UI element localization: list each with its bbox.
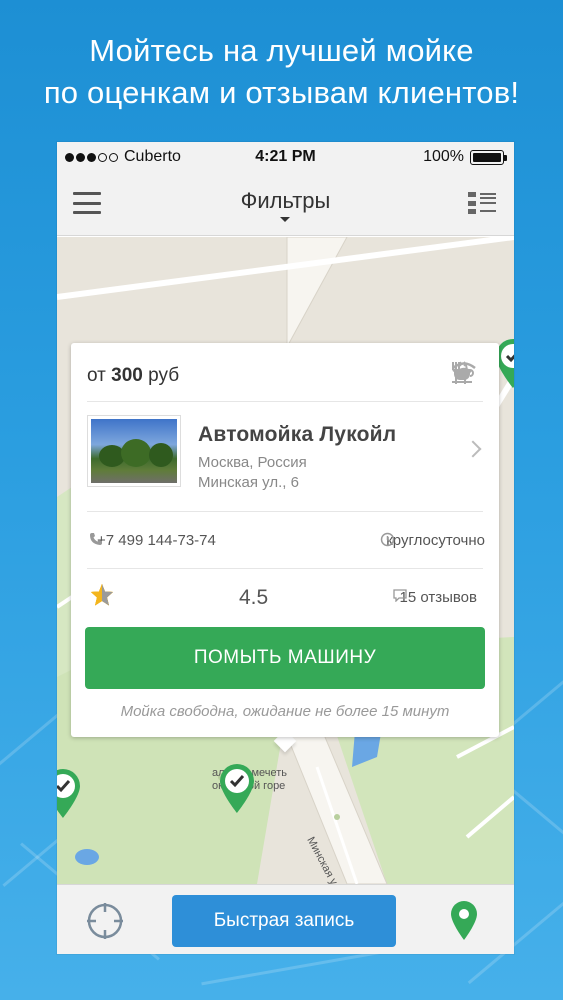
reviews-link[interactable]: 15 отзывов: [393, 589, 477, 606]
promo-line-2: по оценкам и отзывам клиентов!: [43, 75, 520, 110]
carwash-address: Минская ул., 6: [198, 474, 299, 491]
map-pin-icon: [451, 901, 477, 940]
rating-value: 4.5: [239, 586, 269, 609]
carwash-marker[interactable]: [57, 767, 83, 819]
crosshair-icon: [87, 903, 123, 939]
quick-booking-button[interactable]: Быстрая запись: [172, 895, 396, 947]
list-view-icon[interactable]: [468, 192, 496, 214]
status-bar: Cuberto 4:21 PM 100%: [57, 142, 514, 172]
phone-info[interactable]: +7 499 144-73-74: [89, 532, 216, 549]
promo-line-1: Мойтесь на лучшей мойке: [89, 33, 474, 68]
map-pin-button[interactable]: [450, 901, 478, 941]
battery-status: 100%: [423, 148, 507, 166]
battery-icon: [470, 149, 507, 165]
nav-bar: Фильтры: [57, 172, 514, 236]
map-view[interactable]: Минская ул. альная мечеть оклонной горе …: [57, 237, 514, 884]
reviews-count[interactable]: 15 отзывов: [399, 589, 477, 606]
carwash-city: Москва, Россия: [198, 454, 307, 471]
carwash-name[interactable]: Автомойка Лукойл: [198, 423, 396, 447]
battery-percent: 100%: [423, 148, 464, 165]
price: от 300 руб: [87, 365, 180, 386]
chevron-down-icon[interactable]: [280, 217, 290, 222]
my-location-button[interactable]: [87, 903, 123, 939]
promo-headline: Мойтесь на лучшей мойке по оценкам и отз…: [0, 30, 563, 114]
carwash-marker[interactable]: [217, 762, 257, 814]
divider: [87, 568, 483, 569]
divider: [87, 511, 483, 512]
carwash-info-card[interactable]: от 300 руб Автомойка Лукойл Москва, Росс…: [71, 343, 499, 737]
availability-note: Мойка свободна, ожидание не более 15 мин…: [120, 703, 450, 720]
phone-screen: Cuberto 4:21 PM 100% Фильтры Минская ул.…: [57, 142, 514, 954]
divider: [87, 401, 483, 402]
bottom-toolbar: Быстрая запись: [57, 884, 514, 954]
carwash-photo[interactable]: [87, 415, 181, 487]
wash-car-button[interactable]: ПОМЫТЬ МАШИНУ: [85, 627, 485, 689]
star-half-icon: [91, 584, 113, 606]
filters-title[interactable]: Фильтры: [57, 188, 514, 214]
hours-info: круглосуточно: [380, 532, 485, 549]
chevron-right-icon[interactable]: [464, 440, 482, 458]
phone-number[interactable]: +7 499 144-73-74: [97, 532, 216, 549]
hours-text: круглосуточно: [386, 532, 485, 549]
